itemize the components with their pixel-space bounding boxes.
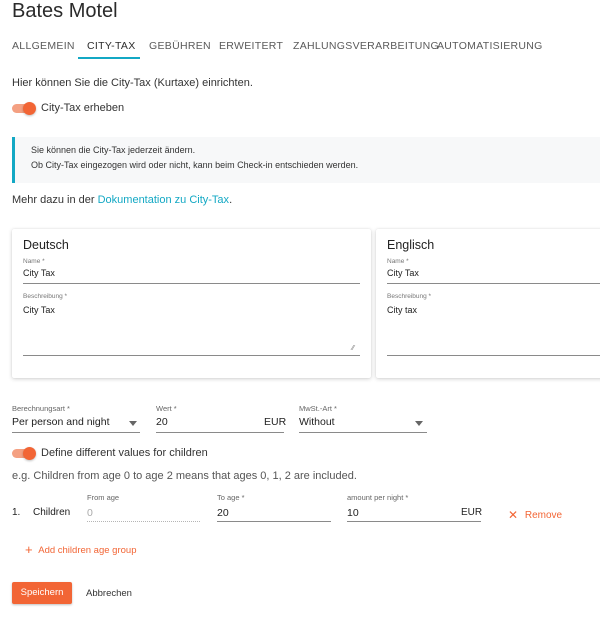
add-age-group-button[interactable]: + Add children age group [25,541,137,557]
tab-erweitert[interactable]: ERWEITERT [219,40,283,52]
info-box: Sie können die City-Tax jederzeit ändern… [12,137,600,183]
calc-type-underline [12,432,140,433]
docs-prefix: Mehr dazu in der [12,194,98,206]
children-hint: e.g. Children from age 0 to age 2 means … [12,470,357,482]
docs-suffix: . [229,194,233,206]
vat-underline [299,432,427,433]
active-tab-indicator [78,57,140,59]
to-age-underline [217,521,331,522]
description-input-de[interactable]: City Tax [23,305,55,315]
toggle-knob [23,447,36,460]
city-tax-toggle-label: City-Tax erheben [41,102,125,114]
card-title-englisch: Englisch [387,238,435,252]
plus-icon: + [25,542,33,557]
info-line-1: Sie können die City-Tax jederzeit ändern… [31,145,196,155]
value-unit: EUR [264,416,287,428]
close-icon: ✕ [508,508,519,522]
name-label: Name * [23,258,45,265]
card-englisch: Englisch Name * City Tax Beschreibung * … [376,229,600,378]
children-toggle-label: Define different values for children [41,447,208,459]
from-age-label: From age [87,493,120,502]
tab-allgemein[interactable]: ALLGEMEIN [12,40,75,52]
to-age-label: To age * [217,493,245,502]
docs-link[interactable]: Dokumentation zu City-Tax [98,194,229,206]
tab-zahlungsverarbeitung[interactable]: ZAHLUNGSVERARBEITUNG [293,40,439,52]
description-label: Beschreibung * [387,293,432,300]
save-button[interactable]: Speichern [12,582,72,604]
vat-label: MwSt.-Art * [299,404,337,413]
to-age-input[interactable]: 20 [217,507,229,519]
intro-text: Hier können Sie die City-Tax (Kurtaxe) e… [12,77,253,89]
amount-unit: EUR [461,507,483,518]
value-label: Wert * [156,404,177,413]
amount-label: amount per night * [347,493,409,502]
tab-gebuehren[interactable]: GEBÜHREN [149,40,211,52]
tab-bar: ALLGEMEIN CITY-TAX GEBÜHREN ERWEITERT ZA… [0,36,600,60]
description-input-en[interactable]: City tax [387,305,417,315]
vat-select[interactable]: Without [299,416,335,428]
description-label: Beschreibung * [23,293,68,300]
amount-input[interactable]: 10 [347,507,359,519]
remove-label: Remove [524,510,563,521]
value-underline [156,432,284,433]
page-title: Bates Motel [12,0,118,22]
name-input-en[interactable]: City Tax [387,268,419,278]
row-index: 1. [12,507,21,518]
description-underline-de [23,355,360,356]
children-toggle[interactable] [12,447,36,460]
from-age-underline [87,521,200,522]
from-age-input: 0 [87,507,93,519]
name-underline-en [387,283,600,284]
toggle-knob [23,102,36,115]
docs-text: Mehr dazu in der Dokumentation zu City-T… [12,194,232,206]
cancel-button[interactable]: Abbrechen [86,588,132,599]
remove-button[interactable]: ✕ Remove [508,507,563,522]
card-title-deutsch: Deutsch [23,238,69,252]
chevron-down-icon[interactable] [415,421,423,426]
calc-type-select[interactable]: Per person and night [12,416,109,428]
name-underline-de [23,283,360,284]
add-age-group-label: Add children age group [38,545,137,556]
description-underline-en [387,355,600,356]
tab-automatisierung[interactable]: AUTOMATISIERUNG [437,40,543,52]
resize-handle-icon[interactable]: ⁄⁄ [352,345,354,352]
city-tax-toggle[interactable] [12,102,36,115]
row-label: Children [33,507,71,518]
name-input-de[interactable]: City Tax [23,268,55,278]
name-label: Name * [387,258,409,265]
value-input[interactable]: 20 [156,416,168,428]
card-deutsch: Deutsch Name * City Tax Beschreibung * C… [12,229,371,378]
tab-city-tax[interactable]: CITY-TAX [87,40,136,52]
info-line-2: Ob City-Tax eingezogen wird oder nicht, … [31,160,359,170]
chevron-down-icon[interactable] [129,421,137,426]
amount-underline [347,521,481,522]
calc-type-label: Berechnungsart * [12,404,70,413]
